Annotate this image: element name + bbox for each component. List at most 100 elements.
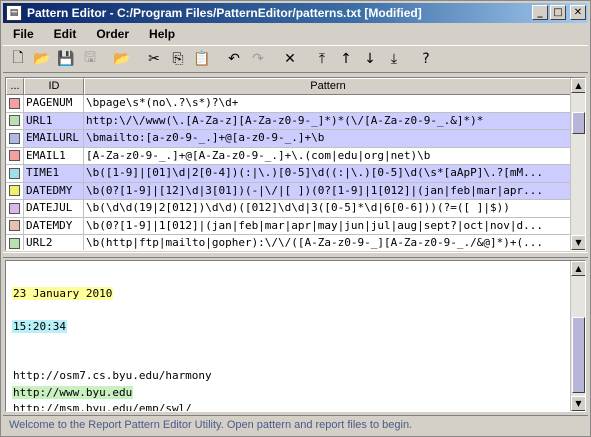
pattern-id-cell[interactable]: DATEDMY [24, 182, 84, 199]
maximize-button[interactable]: □ [550, 5, 566, 20]
report-text[interactable]: 23 January 2010 15:20:34 http://osm7.cs.by… [12, 269, 213, 412]
pattern-id-cell[interactable]: URL1 [24, 112, 84, 129]
pattern-regex-cell[interactable]: \b([1-9]|[01]\d|2[0-4])(:|\.)[0-5]\d((:|… [84, 165, 572, 182]
pattern-id-cell[interactable]: PAGENUM [24, 95, 84, 112]
close-button[interactable]: ✕ [570, 5, 586, 20]
menu-file[interactable]: File [3, 27, 44, 41]
pattern-regex-cell[interactable]: \b(http|ftp|mailto|gopher):\/\/([A-Za-z0… [84, 235, 572, 250]
scroll-down-icon[interactable]: ▼ [571, 235, 585, 250]
undo-icon: ↶ [228, 51, 240, 67]
pattern-id-cell[interactable]: DATEJUL [24, 200, 84, 217]
pattern-regex-cell[interactable]: \b(0?[1-9]|1[012]|(jan|feb|mar|apr|may|j… [84, 218, 572, 235]
row-color-cell[interactable] [6, 130, 24, 147]
report-line-text: http://msm.byu.edu/emp/swl/ [13, 402, 192, 412]
status-bar: Welcome to the Report Pattern Editor Uti… [3, 415, 588, 434]
move-top-icon: ⤒ [318, 51, 326, 67]
highlighted-match: 15:20:34 [12, 319, 67, 333]
color-swatch [9, 132, 20, 144]
save-all-button[interactable]: 🖫 [79, 48, 101, 70]
title-bar[interactable]: ▤ Pattern Editor - C:/Program Files/Patt… [3, 3, 588, 23]
table-row[interactable]: URL2 \b(http|ftp|mailto|gopher):\/\/([A-Z… [6, 235, 572, 250]
move-top-button[interactable]: ⤒ [311, 48, 333, 70]
pattern-regex-cell[interactable]: \b(0?[1-9]|[12]\d|3[01])(-|\/|[ ])(0?[1-… [84, 182, 572, 199]
table-row[interactable]: EMAILURL \bmailto:[a-z0-9-_.]+@[a-z0-9-_.… [6, 130, 572, 148]
pattern-id-cell[interactable]: TIME1 [24, 165, 84, 182]
delete-button[interactable]: ✕ [279, 48, 301, 70]
row-color-cell[interactable] [6, 200, 24, 217]
move-bottom-icon: ⤓ [390, 51, 398, 67]
move-up-button[interactable]: ↑ [335, 48, 357, 70]
report-line [12, 302, 213, 319]
move-up-icon: ↑ [340, 51, 352, 67]
table-scroll-thumb[interactable] [572, 112, 585, 134]
report-scroll-down-icon[interactable]: ▼ [571, 396, 585, 411]
report-line: http://osm7.cs.byu.edu/harmony [12, 368, 213, 385]
row-color-cell[interactable] [6, 112, 24, 129]
redo-button[interactable]: ↷ [247, 48, 269, 70]
open-report-button[interactable]: 📂 [111, 48, 133, 70]
move-down-button[interactable]: ↓ [359, 48, 381, 70]
table-row[interactable]: PAGENUM \bpage\s*(no\.?\s*)?\d+ [6, 95, 572, 113]
header-corner[interactable]: ... [6, 78, 24, 95]
save-button[interactable]: 💾 [55, 48, 77, 70]
pattern-editor-window: ▤ Pattern Editor - C:/Program Files/Patt… [0, 0, 591, 437]
row-color-cell[interactable] [6, 95, 24, 112]
pattern-regex-cell[interactable]: \b(\d\d(19|2[012])\d\d)([012]\d\d|3([0-5… [84, 200, 572, 217]
save-icon: 💾 [57, 51, 75, 67]
table-row[interactable]: DATEMDY \b(0?[1-9]|1[012]|(jan|feb|mar|ap… [6, 217, 572, 235]
color-swatch [9, 220, 20, 232]
pattern-id-cell[interactable]: EMAILURL [24, 130, 84, 147]
table-row[interactable]: TIME1 \b([1-9]|[01]\d|2[0-4])(:|\.)[0-5]\… [6, 165, 572, 183]
report-scroll-up-icon[interactable]: ▲ [571, 261, 585, 276]
app-icon: ▤ [6, 5, 22, 21]
paste-icon: 📋 [193, 51, 211, 67]
row-color-cell[interactable] [6, 235, 24, 250]
move-down-icon: ↓ [364, 51, 376, 67]
pattern-regex-cell[interactable]: \bpage\s*(no\.?\s*)?\d+ [84, 95, 572, 112]
cut-button[interactable]: ✂ [143, 48, 165, 70]
paste-button[interactable]: 📋 [191, 48, 213, 70]
pattern-id-cell[interactable]: DATEMDY [24, 217, 84, 234]
open-button[interactable]: 📂 [31, 48, 53, 70]
pattern-id-cell[interactable]: EMAIL1 [24, 147, 84, 164]
report-pane[interactable]: 23 January 2010 15:20:34 http://osm7.cs.by… [5, 260, 586, 412]
move-bottom-button[interactable]: ⤓ [383, 48, 405, 70]
help-button[interactable]: ? [415, 48, 437, 70]
row-color-cell[interactable] [6, 165, 24, 182]
help-icon: ? [422, 51, 430, 67]
pattern-regex-cell[interactable]: http:\/\/www(\.[A-Za-z][A-Za-z0-9-_]*)*(… [84, 112, 572, 129]
scroll-up-icon[interactable]: ▲ [571, 78, 585, 93]
header-pattern[interactable]: Pattern [84, 78, 572, 95]
table-scrollbar[interactable]: ▲ ▼ [570, 78, 585, 250]
report-line [12, 269, 213, 286]
table-row[interactable]: EMAIL1 [A-Za-z0-9-_.]+@[A-Za-z0-9-_.]+\.(… [6, 147, 572, 165]
report-scrollbar[interactable]: ▲ ▼ [570, 261, 585, 411]
report-line-text: http://osm7.cs.byu.edu/harmony [13, 369, 212, 382]
pattern-table: ... ID Pattern PAGENUM \bpage\s*(no\.?\s*… [5, 77, 586, 251]
split-pane-divider[interactable] [3, 252, 588, 258]
pattern-id-cell[interactable]: URL2 [24, 235, 84, 250]
table-row[interactable]: URL1 http:\/\/www(\.[A-Za-z][A-Za-z0-9-_]… [6, 112, 572, 130]
table-body: PAGENUM \bpage\s*(no\.?\s*)?\d+ URL1 http:\… [6, 95, 572, 250]
menu-order[interactable]: Order [86, 27, 139, 41]
row-color-cell[interactable] [6, 147, 24, 164]
table-row[interactable]: DATEJUL \b(\d\d(19|2[012])\d\d)([012]\d\d… [6, 200, 572, 218]
minimize-button[interactable]: _ [532, 5, 548, 20]
pattern-regex-cell[interactable]: [A-Za-z0-9-_.]+@[A-Za-z0-9-_.]+\.(com|ed… [84, 148, 572, 165]
report-line [12, 352, 213, 369]
new-button[interactable]: 🗋 [7, 48, 29, 70]
undo-button[interactable]: ↶ [223, 48, 245, 70]
menu-bar: File Edit Order Help [3, 24, 588, 44]
pattern-regex-cell[interactable]: \bmailto:[a-z0-9-_.]+@[a-z0-9-_.]+\b [84, 130, 572, 147]
row-color-cell[interactable] [6, 217, 24, 234]
copy-button[interactable]: ⎘ [167, 48, 189, 70]
menu-help[interactable]: Help [139, 27, 185, 41]
report-line [12, 335, 213, 352]
menu-edit[interactable]: Edit [44, 27, 87, 41]
report-scroll-thumb[interactable] [572, 317, 585, 393]
report-line-text [12, 336, 14, 349]
highlighted-match: http://www.byu.edu [12, 385, 134, 399]
header-id[interactable]: ID [24, 78, 84, 95]
row-color-cell[interactable] [6, 182, 24, 199]
table-row[interactable]: DATEDMY \b(0?[1-9]|[12]\d|3[01])(-|\/|[ ]… [6, 182, 572, 200]
